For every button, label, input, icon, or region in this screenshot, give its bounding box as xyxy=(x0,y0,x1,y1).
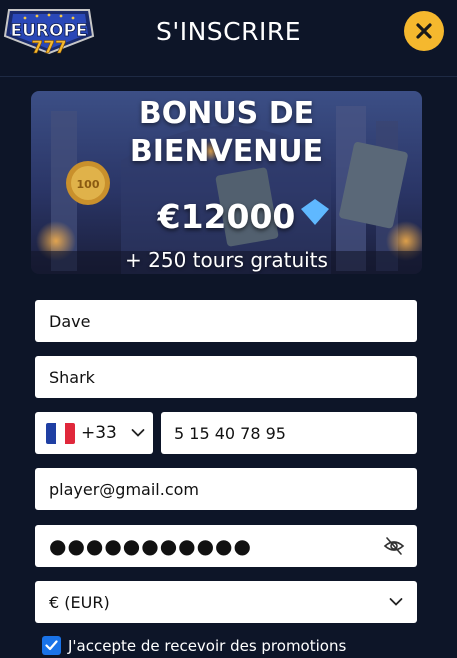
bonus-title-line1: BONUS DE xyxy=(138,96,315,131)
password-field[interactable]: ●●●●●●●●●●● xyxy=(35,525,417,567)
bonus-amount: €12000 xyxy=(157,197,296,236)
promotions-consent[interactable]: J'accepte de recevoir des promotions xyxy=(42,636,346,655)
chevron-down-icon xyxy=(131,429,145,437)
currency-value: € (EUR) xyxy=(49,592,110,612)
email-field[interactable]: player@gmail.com xyxy=(35,468,417,510)
page-title: S'INSCRIRE xyxy=(155,17,302,46)
promotions-label: J'accepte de recevoir des promotions xyxy=(68,636,347,655)
welcome-bonus-banner[interactable]: 100 BONUS DE BIENVENUE €12000 + 250 tour… xyxy=(31,91,422,274)
bonus-title-line2: BIENVENUE xyxy=(129,134,324,169)
close-button[interactable] xyxy=(404,11,444,51)
phone-country-select[interactable]: +33 xyxy=(35,412,153,454)
svg-text:100: 100 xyxy=(77,178,100,191)
first-name-field[interactable]: Dave xyxy=(35,300,417,342)
last-name-value: Shark xyxy=(49,367,95,387)
password-value: ●●●●●●●●●●● xyxy=(49,534,252,558)
first-name-value: Dave xyxy=(49,311,91,331)
last-name-field[interactable]: Shark xyxy=(35,356,417,398)
email-value: player@gmail.com xyxy=(49,479,199,499)
close-icon xyxy=(416,23,432,39)
eye-off-icon[interactable] xyxy=(383,536,405,556)
header: EUROPE 777 S'INSCRIRE xyxy=(0,0,457,77)
france-flag-icon xyxy=(46,422,75,444)
promotions-checkbox[interactable] xyxy=(42,636,61,655)
bonus-title: BONUS DE BIENVENUE xyxy=(31,95,422,171)
chevron-down-icon xyxy=(389,598,403,606)
phone-number-value: 5 15 40 78 95 xyxy=(174,423,286,443)
free-spins-text: + 250 tours gratuits xyxy=(125,248,328,272)
checkmark-icon xyxy=(45,640,58,651)
phone-country-code: +33 xyxy=(81,423,117,443)
phone-number-field[interactable]: 5 15 40 78 95 xyxy=(161,412,417,454)
currency-select[interactable]: € (EUR) xyxy=(35,581,417,623)
